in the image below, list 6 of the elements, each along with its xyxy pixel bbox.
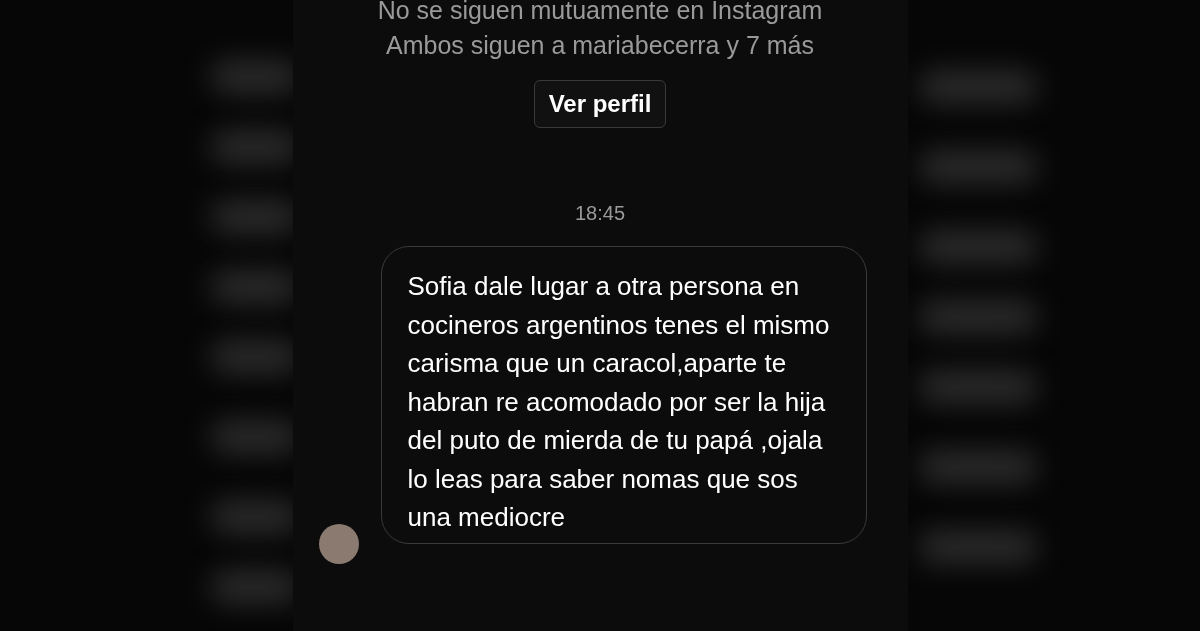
mutual-followers-text: Ambos siguen a mariabecerra y 7 más [386, 30, 814, 60]
follow-status-text: No se siguen mutuamente en Instagram [377, 0, 823, 24]
message-timestamp: 18:45 [574, 201, 626, 226]
view-profile-button[interactable]: Ver perfil [533, 80, 667, 128]
sender-avatar [318, 523, 359, 564]
message-text: Sofia dale lugar a otra persona en cocineros argentinos tenes el mismo carisma que un caracol,aparte te habran re acomodado por ser la hija del puto de mierda de tu papá ,ojala lo leas para saber nomas que sos una mediocre [407, 270, 831, 534]
